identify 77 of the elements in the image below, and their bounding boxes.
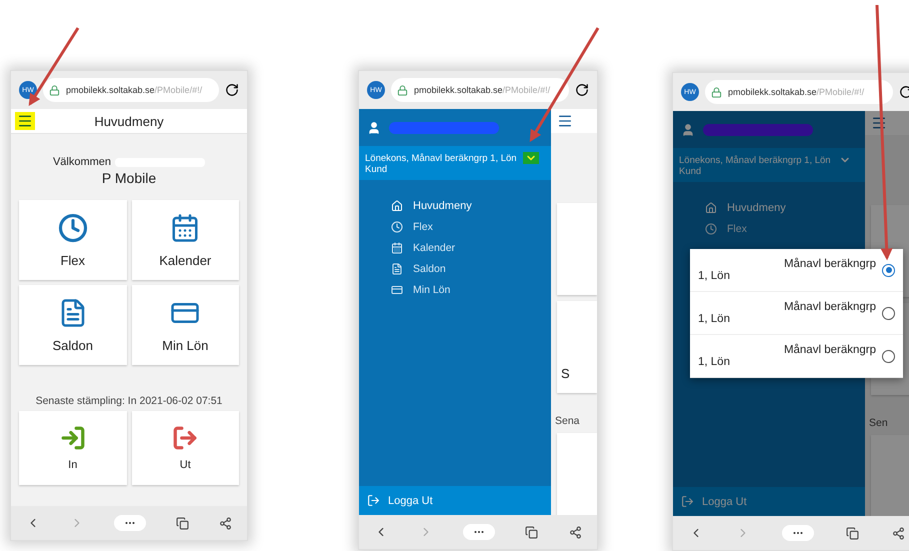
share-icon — [568, 526, 582, 538]
lock-icon — [711, 86, 722, 98]
stamp-in-button[interactable]: In — [19, 411, 126, 485]
reload-icon[interactable] — [225, 83, 239, 97]
clock-icon — [705, 223, 717, 235]
page-title: Huvudmeny — [93, 114, 165, 128]
menu-tile[interactable]: Flex — [19, 200, 126, 280]
radio-button[interactable] — [882, 306, 895, 320]
last-stamp-text: Sen — [869, 417, 889, 429]
home-icon — [705, 202, 717, 214]
card-icon — [391, 284, 403, 296]
option-text: Månavl beräkngrp 1, Lön — [698, 301, 877, 325]
menu-item[interactable]: Huvudmeny — [391, 198, 551, 214]
account-selector[interactable]: Lönekons, Månavl beräkngrp 1, Lön Kund — [359, 146, 551, 180]
menu-icon[interactable] — [871, 115, 887, 131]
user-icon — [681, 122, 695, 136]
app-name: P Mobile — [102, 170, 156, 186]
dialog-option[interactable]: Månavl beräkngrp 1, Lön — [690, 335, 903, 378]
last-stamp-text: Sena — [555, 415, 581, 427]
option-text: Månavl beräkngrp 1, Lön — [698, 258, 877, 282]
account-text: Kund — [365, 164, 388, 175]
share-icon — [892, 526, 905, 540]
reload-icon[interactable] — [899, 85, 909, 99]
menu-icon[interactable] — [557, 113, 573, 129]
option-text: Månavl beräkngrp 1, Lön — [698, 344, 877, 368]
stamp-out-button[interactable]: Ut — [132, 411, 239, 485]
share-icon — [219, 516, 232, 530]
logout-icon — [367, 494, 380, 507]
radio-button[interactable] — [882, 264, 895, 276]
menu-button[interactable] — [15, 112, 35, 130]
last-stamp-text: Senaste stämpling: In 2021-06-02 07:51 — [34, 395, 224, 407]
lock-icon — [397, 84, 408, 96]
logout-button[interactable]: Logga Ut — [673, 487, 865, 516]
lock-icon — [49, 84, 60, 96]
account-text: Kund — [679, 166, 702, 177]
address-field[interactable]: pmobilekk.soltakab.se/PMobile/#!/ — [391, 78, 569, 102]
account-text: Lönekons, Månavl beräkngrp 1, Lön — [365, 152, 517, 164]
calendar-icon — [170, 212, 200, 242]
menu-item[interactable]: Huvudmeny — [705, 200, 865, 216]
tile-label: S — [561, 366, 570, 381]
dialog-option[interactable]: Månavl beräkngrp 1, Lön — [690, 292, 903, 335]
radio-button[interactable] — [882, 350, 895, 362]
share-button[interactable] — [568, 526, 582, 538]
address-field[interactable]: pmobilekk.soltakab.se/PMobile/#!/ — [43, 78, 219, 102]
menu-item[interactable]: Kalender — [391, 240, 551, 256]
copy-icon — [846, 526, 860, 540]
clock-icon — [391, 221, 403, 233]
user-icon — [367, 120, 381, 134]
menu-item[interactable]: Flex — [705, 221, 865, 237]
home-icon — [391, 200, 403, 212]
tabs-button[interactable] — [525, 526, 538, 538]
menu-tile[interactable]: Saldon — [19, 285, 126, 365]
logout-button[interactable]: Logga Ut — [359, 486, 551, 515]
welcome-text: Välkommen — [52, 156, 112, 168]
menu-item[interactable]: Min Lön — [391, 282, 551, 298]
enter-icon — [60, 425, 86, 451]
tabs-button[interactable] — [176, 516, 189, 530]
logout-icon — [681, 495, 694, 508]
clock-icon — [58, 212, 88, 242]
menu-tile[interactable]: Min Lön — [132, 285, 239, 365]
share-button[interactable] — [892, 526, 905, 540]
document-icon — [391, 263, 403, 275]
chevron-down-icon[interactable] — [522, 152, 539, 164]
address-field[interactable]: pmobilekk.soltakab.se/PMobile/#!/ — [705, 80, 893, 104]
tabs-button[interactable] — [846, 526, 860, 540]
account-text: Lönekons, Månavl beräkngrp 1, Lön — [679, 154, 831, 166]
exit-icon — [172, 425, 198, 451]
calendar-icon — [391, 242, 403, 254]
menu-item[interactable]: Flex — [391, 219, 551, 235]
share-button[interactable] — [219, 516, 232, 530]
dialog-option[interactable]: Månavl beräkngrp 1, Lön — [690, 249, 903, 292]
copy-icon — [176, 516, 189, 530]
menu-tile[interactable]: Kalender — [132, 200, 239, 280]
reload-icon[interactable] — [575, 83, 589, 97]
menu-item[interactable]: Saldon — [391, 261, 551, 277]
copy-icon — [525, 526, 538, 538]
account-selector[interactable]: Lönekons, Månavl beräkngrp 1, Lön Kund — [673, 148, 865, 182]
